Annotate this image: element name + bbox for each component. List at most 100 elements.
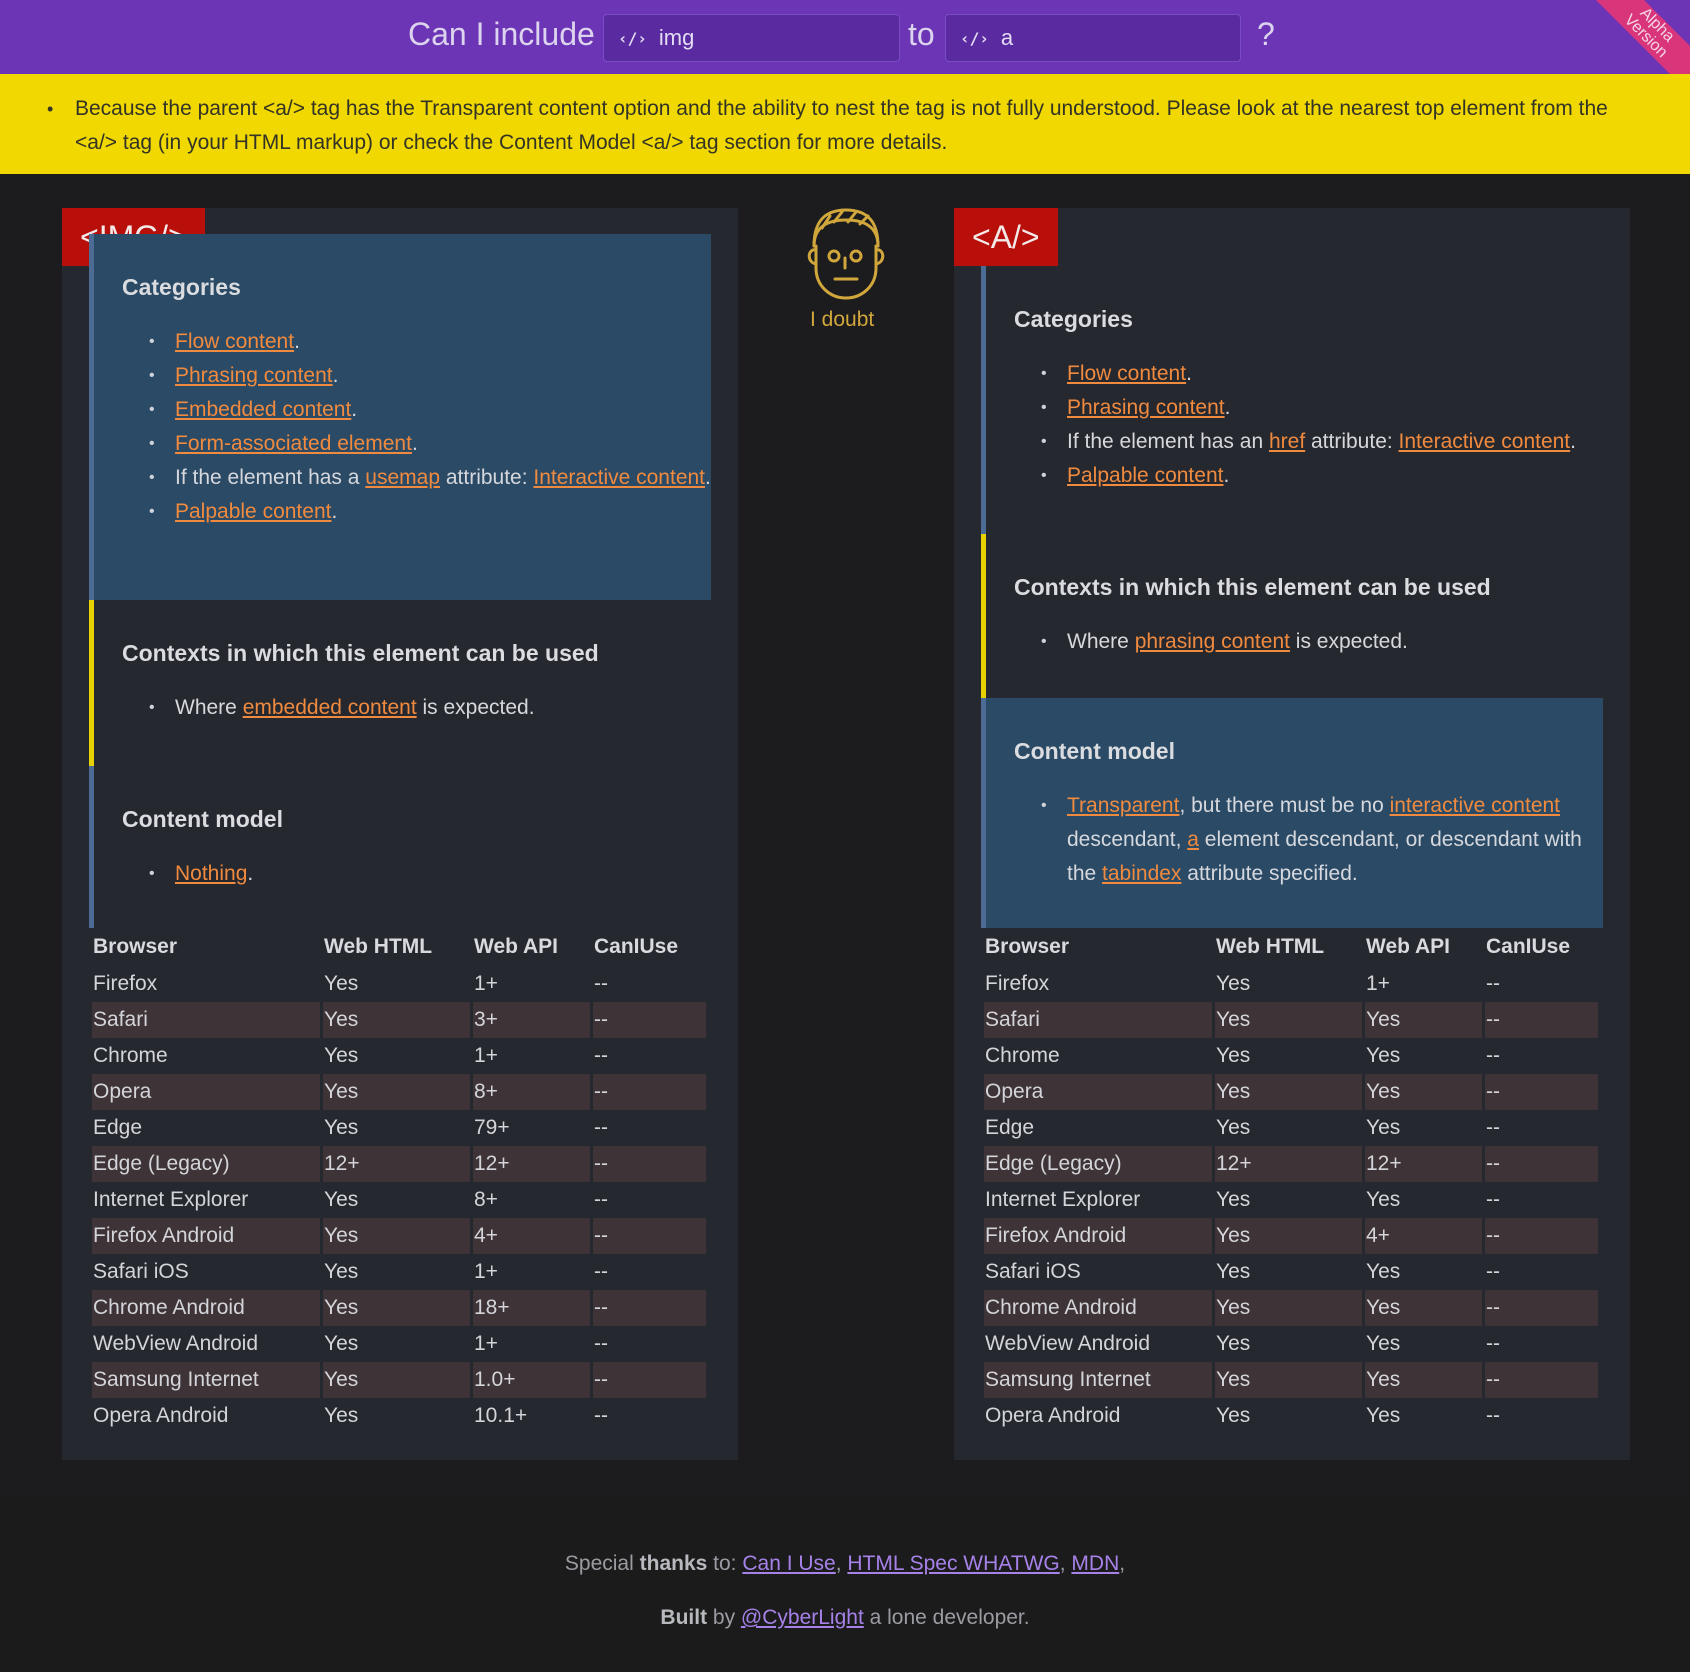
list-item: Where phrasing content is expected. — [1041, 625, 1603, 659]
attribute-link[interactable]: usemap — [365, 466, 440, 489]
browser-name-cell: Chrome — [985, 1044, 1060, 1067]
footer-text: a lone developer. — [863, 1606, 1030, 1629]
parent-tag-input[interactable]: ‹/› a — [945, 14, 1241, 62]
parent-tag-panel: <A/> Categories Flow content. Phrasing c… — [954, 208, 1630, 1460]
version-ribbon[interactable]: Alpha Version — [1578, 0, 1690, 74]
support-cell: -- — [1486, 1260, 1500, 1283]
browser-name-cell: Opera — [984, 1074, 1212, 1110]
footer-bold: thanks — [639, 1552, 708, 1575]
table-row: Chrome Android Yes Yes -- — [984, 1290, 1598, 1326]
support-cell: -- — [593, 1146, 706, 1182]
browser-name-cell: Edge — [985, 1116, 1035, 1139]
category-link[interactable]: Flow content — [175, 330, 294, 353]
category-link[interactable]: Palpable content — [1067, 464, 1223, 487]
whatwg-link[interactable]: HTML Spec WHATWG — [847, 1552, 1059, 1575]
support-cell: Yes — [1365, 1290, 1482, 1326]
support-cell: -- — [1485, 1218, 1598, 1254]
browser-name-cell: Edge — [93, 1116, 143, 1139]
contexts-list: Where embedded content is expected. — [122, 691, 711, 725]
author-link[interactable]: @CyberLight — [741, 1606, 864, 1629]
support-cell: Yes — [324, 1044, 359, 1067]
browser-support-table: Browser Web HTML Web API CanIUse Firefox… — [89, 928, 709, 1434]
support-cell: Yes — [324, 1404, 359, 1427]
support-cell: Yes — [1215, 1218, 1362, 1254]
table-row: Opera Yes 8+ -- — [92, 1074, 706, 1110]
context-link[interactable]: phrasing content — [1135, 630, 1290, 653]
list-item: Transparent, but there must be no intera… — [1041, 789, 1603, 891]
support-cell: 18+ — [473, 1290, 590, 1326]
footer-text: to: — [707, 1552, 743, 1575]
question-prefix: Can I include — [408, 16, 595, 52]
list-item: Flow content. — [1041, 357, 1603, 391]
support-cell: Yes — [1216, 1260, 1251, 1283]
support-cell: -- — [594, 1044, 608, 1067]
list-text: attribute: — [1305, 430, 1399, 453]
browser-name-cell: Safari iOS — [985, 1260, 1081, 1283]
support-cell: Yes — [324, 1188, 359, 1211]
author-line: Built by @CyberLight a lone developer. — [0, 1606, 1690, 1630]
support-cell: -- — [1485, 1146, 1598, 1182]
right-table-body: Firefox Yes 1+ -- Safari Yes Yes -- Chrome Yes Yes… — [984, 966, 1598, 1434]
footer: Special thanks to: Can I Use, HTML Spec … — [0, 1494, 1690, 1672]
browser-name-cell: Safari — [984, 1002, 1212, 1038]
content-model-section: Content model Transparent, but there mus… — [981, 698, 1603, 928]
category-link[interactable]: Form-associated element — [175, 432, 412, 455]
content-model-heading: Content model — [122, 806, 283, 832]
browser-name-cell: Safari — [92, 1002, 320, 1038]
top-bar: Can I include ‹/› img to ‹/› a ? Alpha V… — [0, 0, 1690, 74]
support-cell: 10.1+ — [474, 1404, 528, 1427]
context-link[interactable]: embedded content — [243, 696, 417, 719]
support-cell: 4+ — [473, 1218, 590, 1254]
table-row: Internet Explorer Yes 8+ -- — [92, 1182, 706, 1218]
list-text: Where — [175, 696, 243, 719]
warning-list: Because the parent <a/> tag has the Tran… — [47, 92, 1630, 160]
support-cell: Yes — [1215, 1074, 1362, 1110]
support-cell: Yes — [323, 1074, 470, 1110]
question-mark: ? — [1257, 16, 1275, 52]
doubtful-face-icon — [807, 208, 885, 300]
support-cell: Yes — [1365, 1074, 1482, 1110]
category-link[interactable]: Phrasing content — [175, 364, 333, 387]
content-model-link[interactable]: Transparent — [1067, 794, 1179, 817]
category-link[interactable]: Phrasing content — [1067, 396, 1225, 419]
support-cell: Yes — [1215, 1290, 1362, 1326]
support-cell: -- — [593, 1002, 706, 1038]
attribute-link[interactable]: href — [1269, 430, 1305, 453]
table-header: Browser Web HTML Web API CanIUse — [92, 928, 706, 966]
content-model-link[interactable]: interactive content — [1390, 794, 1560, 817]
content-model-link[interactable]: Nothing — [175, 862, 247, 885]
browser-name-cell: WebView Android — [985, 1332, 1150, 1355]
categories-section: Categories Flow content. Phrasing conten… — [981, 266, 1603, 534]
category-link[interactable]: Palpable content — [175, 500, 331, 523]
categories-heading: Categories — [1014, 306, 1133, 332]
content-model-link[interactable]: tabindex — [1102, 862, 1181, 885]
category-link[interactable]: Interactive content — [533, 466, 705, 489]
list-text: , but there must be no — [1179, 794, 1390, 817]
list-item: Palpable content. — [1041, 459, 1603, 493]
category-link[interactable]: Flow content — [1067, 362, 1186, 385]
category-link[interactable]: Embedded content — [175, 398, 351, 421]
support-cell: 12+ — [1365, 1146, 1482, 1182]
support-cell: Yes — [324, 1332, 359, 1355]
support-cell: Yes — [323, 1290, 470, 1326]
mdn-link[interactable]: MDN — [1071, 1552, 1119, 1575]
content-model-link[interactable]: a — [1187, 828, 1199, 851]
support-cell: -- — [594, 1332, 608, 1355]
support-cell: Yes — [1365, 1002, 1482, 1038]
table-row: Firefox Android Yes 4+ -- — [984, 1218, 1598, 1254]
contexts-heading: Contexts in which this element can be us… — [122, 640, 599, 666]
browser-name-cell: Chrome Android — [984, 1290, 1212, 1326]
category-link[interactable]: Interactive content — [1399, 430, 1571, 453]
list-text: descendant, — [1067, 828, 1188, 851]
column-header: Web API — [1366, 935, 1451, 958]
contexts-list: Where phrasing content is expected. — [1014, 625, 1603, 659]
support-cell: -- — [594, 1116, 608, 1139]
browser-name-cell: Samsung Internet — [984, 1362, 1212, 1398]
child-tag-input[interactable]: ‹/› img — [603, 14, 900, 62]
list-text: If the element has a — [175, 466, 366, 489]
child-tag-value: img — [658, 25, 695, 50]
support-cell: Yes — [1216, 972, 1251, 995]
support-cell: Yes — [1216, 1404, 1251, 1427]
caniuse-link[interactable]: Can I Use — [742, 1552, 835, 1575]
verdict-label: I doubt — [810, 308, 875, 331]
